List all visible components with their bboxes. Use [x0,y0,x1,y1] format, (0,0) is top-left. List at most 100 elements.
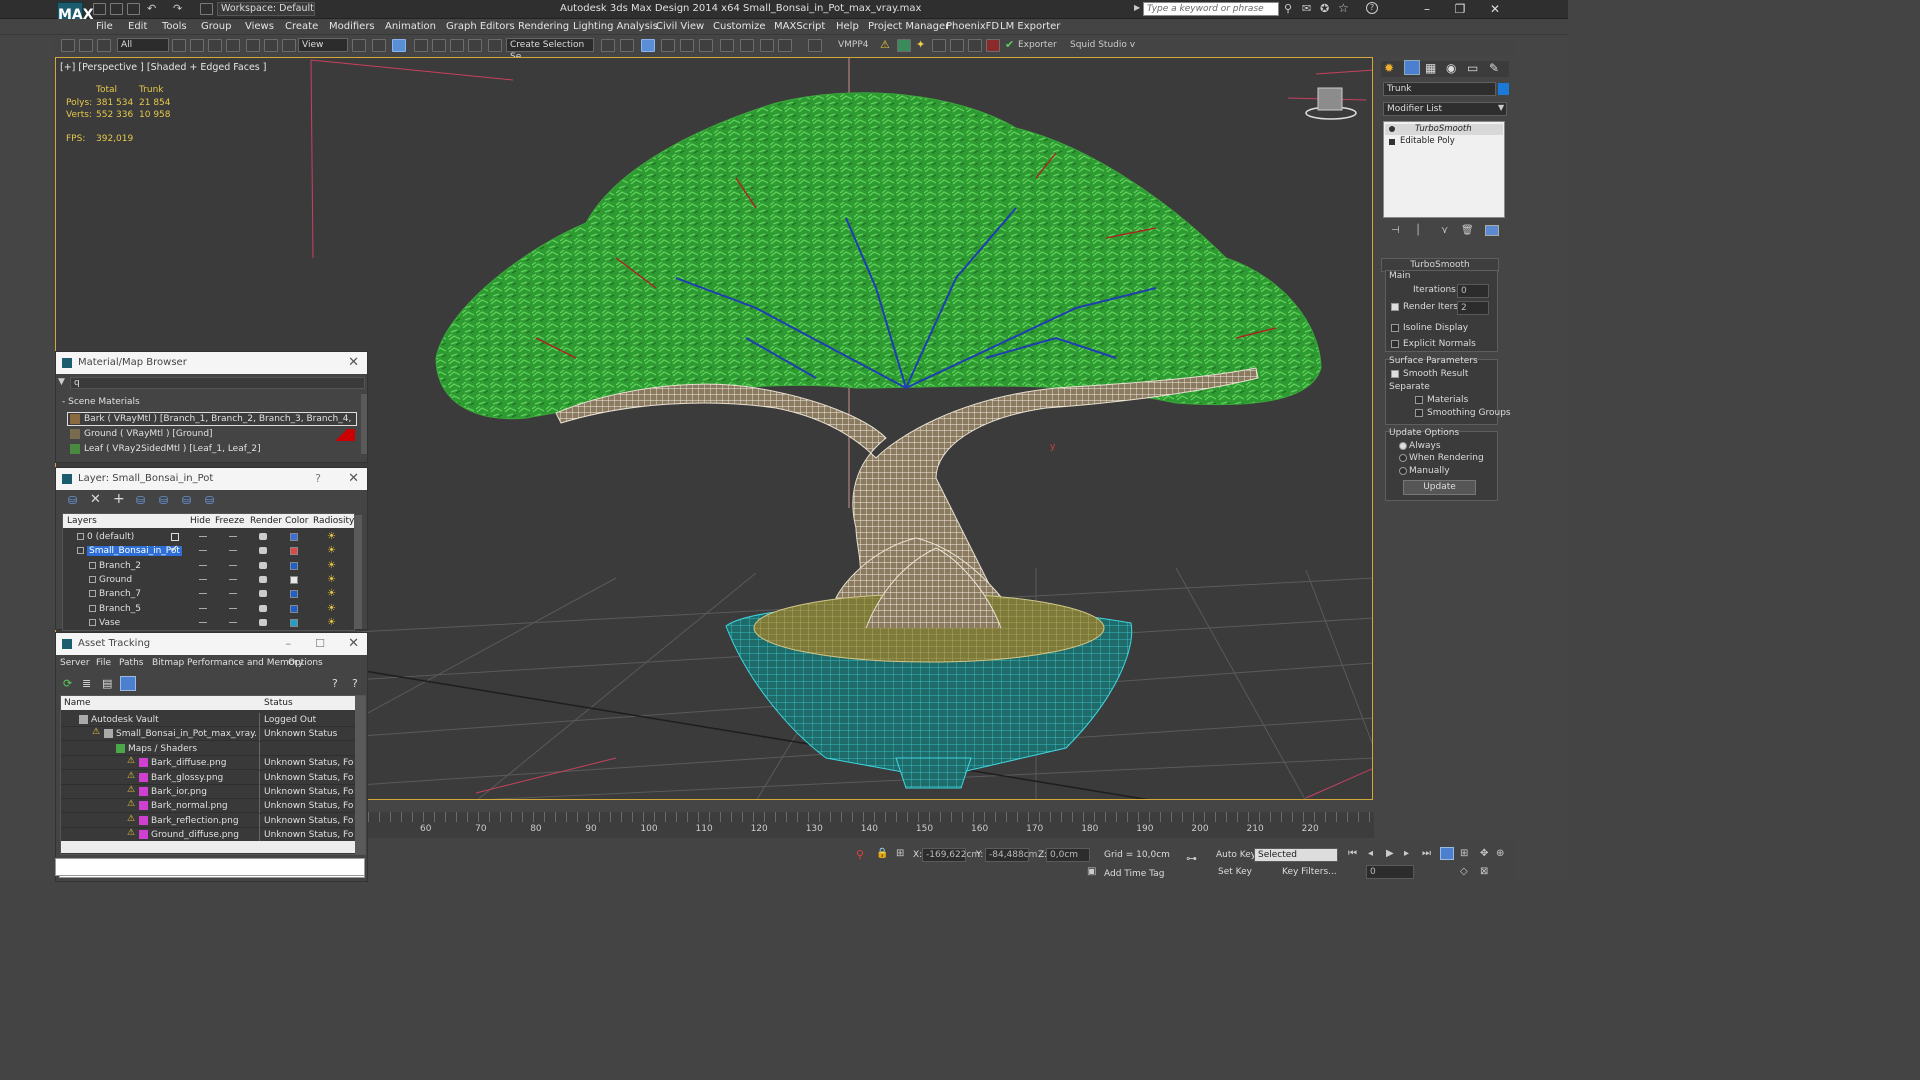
image-icon[interactable] [897,39,911,52]
maximize-icon[interactable]: ☐ [315,633,325,655]
snaps-toggle-icon[interactable] [414,39,428,52]
render-teapot-icon[interactable] [259,547,267,555]
select-in-layer-icon[interactable]: ⛁ [136,494,145,507]
thumbnail-view-icon[interactable]: ▤ [102,677,112,690]
render-teapot-icon[interactable] [259,604,267,612]
stop-render-icon[interactable] [986,39,1000,52]
radiosity-icon[interactable]: ☀ [327,560,336,571]
freeze-toggle[interactable] [229,593,237,595]
close-icon[interactable]: ✕ [348,468,359,490]
asset-row[interactable]: ⚠ Bark_ior.png Unknown Status, Four [61,785,355,799]
layer-color-swatch[interactable] [290,575,298,584]
select-move-icon[interactable] [246,39,260,52]
material-item-leaf[interactable]: Leaf ( VRay2SidedMtl ) [Leaf_1, Leaf_2] [84,444,354,454]
favorites-star-icon[interactable]: ☆ [1338,1,1349,15]
bind-spacewarp-icon[interactable] [97,39,111,52]
asset-row[interactable]: ⚠ Bark_glossy.png Unknown Status, Four [61,770,355,785]
close-icon[interactable]: ✕ [348,633,359,655]
chevron-down-icon[interactable]: ▼ [1498,103,1504,112]
utilities-tab-icon[interactable]: ✎ [1489,61,1499,75]
materials-checkbox[interactable] [1415,396,1423,404]
freeze-all-icon[interactable]: ⛁ [205,494,214,507]
subscription-icon[interactable]: ✉ [1302,2,1311,15]
display-tab-icon[interactable]: ▭ [1467,61,1478,75]
remove-modifier-icon[interactable]: 🗑 [1461,225,1474,236]
layer-checkbox[interactable] [171,533,179,541]
col-render[interactable]: Render [250,516,282,526]
asset-row[interactable]: ⚠ Bark_reflection.png Unknown Status, Four [61,813,355,828]
modifier-stack[interactable]: TurboSmooth Editable Poly [1383,121,1505,218]
maxscript-listener[interactable] [55,858,365,876]
hide-toggle[interactable] [199,578,207,580]
z-coord-field[interactable]: 0,0cm [1046,848,1090,862]
goto-end-icon[interactable]: ⏭ [1422,848,1431,859]
menu-edit[interactable]: Edit [128,21,147,32]
asset-row[interactable]: ⚠ Bark_diffuse.png Unknown Status, Four [61,756,355,771]
layer-manager-titlebar[interactable]: Layer: Small_Bonsai_in_Pot ? ✕ [56,468,367,490]
menu-animation[interactable]: Animation [385,21,436,32]
menu-lm-exporter[interactable]: LM Exporter [1000,21,1060,32]
freeze-toggle[interactable] [229,578,237,580]
pan-icon[interactable]: ✥ [1480,848,1488,859]
radiosity-icon[interactable]: ☀ [327,545,336,556]
add-to-layer-icon[interactable]: + [113,491,125,507]
communication-icon[interactable]: ✪ [1320,2,1329,15]
hold-icon[interactable] [200,3,213,15]
help-icon[interactable]: ? [332,677,338,690]
select-manipulate-icon[interactable] [372,39,386,52]
viewcube-icon[interactable] [1317,87,1343,111]
table-view-icon[interactable] [120,676,136,691]
layer-color-swatch[interactable] [290,547,298,556]
zoom-all-icon[interactable]: ⊞ [1460,848,1468,859]
hide-toggle[interactable] [199,564,207,566]
menu-civil-view[interactable]: Civil View [656,21,704,32]
close-icon[interactable]: ✕ [1481,1,1509,17]
render-teapot-icon[interactable] [259,618,267,626]
info-center-arrow-icon[interactable]: ▶ [1134,3,1140,12]
link-icon[interactable] [61,39,75,52]
asset-hscrollbar[interactable] [61,841,355,853]
mirror-icon[interactable] [601,39,615,52]
minimize-icon[interactable]: – [1413,1,1441,17]
object-color-swatch[interactable] [1498,83,1509,95]
asset-name[interactable]: Bark_glossy.png [151,773,257,783]
asset-tracking-titlebar[interactable]: Asset Tracking – ☐ ✕ [56,633,367,655]
list-view-icon[interactable]: ≣ [82,677,91,690]
layer-name[interactable]: Ground [99,575,132,585]
col-layers[interactable]: Layers [67,516,97,526]
iterations-spinner[interactable]: 0 [1457,284,1489,298]
asset-name[interactable]: Bark_reflection.png [151,816,257,826]
refresh-icon[interactable]: ⟳ [63,677,72,690]
explicit-normals-checkbox[interactable] [1391,340,1399,348]
align-icon[interactable] [620,39,634,52]
layer-color-swatch[interactable] [290,604,298,613]
scene-materials-section[interactable]: - Scene Materials [62,397,140,407]
select-by-name-icon[interactable] [190,39,204,52]
layer-row[interactable]: Branch_7 ☀ [63,587,354,601]
context-help-icon[interactable]: ? [352,677,358,690]
play-icon[interactable]: ▶ [1386,848,1394,859]
hide-toggle[interactable] [199,607,207,609]
asset-name[interactable]: Bark_normal.png [151,801,257,811]
update-button[interactable]: Update [1403,480,1476,495]
menu-create[interactable]: Create [285,21,318,32]
material-item-ground[interactable]: Ground ( VRayMtl ) [Ground] [84,429,324,439]
asset-menu-paths[interactable]: Paths [119,658,143,668]
menu-help[interactable]: Help [836,21,859,32]
layer-scrollbar[interactable] [354,515,362,629]
freeze-toggle[interactable] [229,550,237,552]
smoothing-groups-checkbox[interactable] [1415,409,1423,417]
layer-manager-icon[interactable] [641,39,655,52]
render-teapot-icon[interactable] [259,575,267,583]
curve-editor-icon[interactable] [680,39,694,52]
maximize-icon[interactable]: ❐ [1446,1,1474,17]
current-frame-field[interactable]: 0 [1366,865,1414,879]
hide-toggle[interactable] [199,593,207,595]
asset-menu-file[interactable]: File [96,658,111,668]
workspace-dropdown[interactable]: Workspace: Default [217,2,315,16]
layer-row[interactable]: Branch_5 ☀ [63,602,354,616]
field-of-view-icon[interactable]: ◇ [1460,866,1468,877]
asset-menu-options[interactable]: Options [288,658,323,668]
x-coord-field[interactable]: -169,622cm [922,848,980,862]
layer-color-swatch[interactable] [290,618,298,627]
